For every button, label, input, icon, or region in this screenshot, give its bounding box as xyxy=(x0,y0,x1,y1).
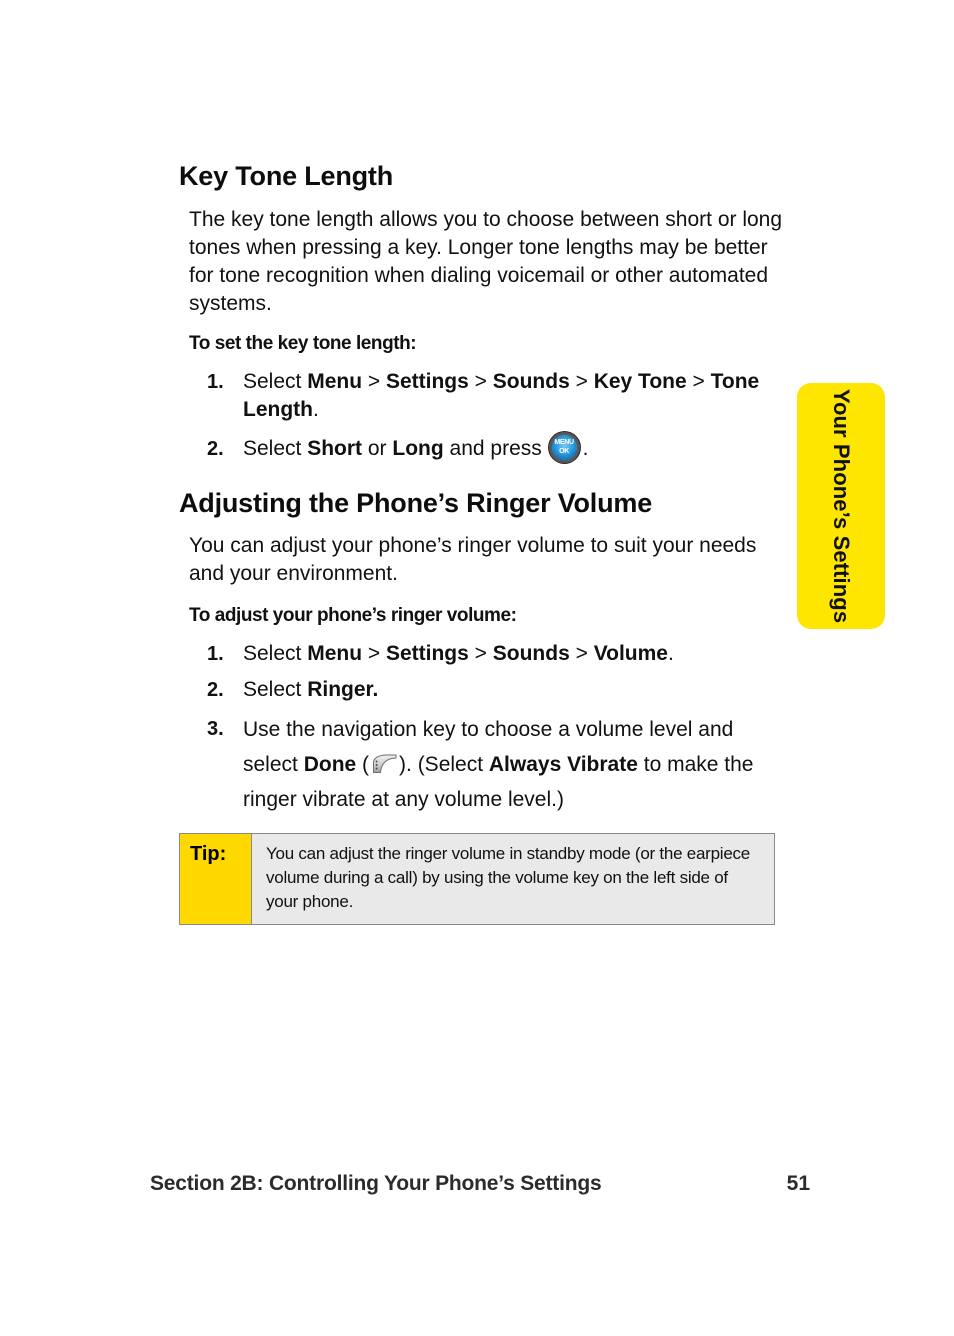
menu-ok-key-top-label: MENU xyxy=(554,439,574,446)
emphasis-text: Menu xyxy=(307,370,363,393)
tip-label: Tip: xyxy=(190,843,227,865)
page-footer: Section 2B: Controlling Your Phone’s Set… xyxy=(150,1172,810,1196)
tip-body-cell: You can adjust the ringer volume in stan… xyxy=(252,834,774,924)
emphasis-text: Volume xyxy=(593,642,668,665)
step-item: 3. Use the navigation key to choose a vo… xyxy=(207,712,787,817)
emphasis-text: Short xyxy=(307,437,363,460)
menu-ok-key-icon: MENU OK xyxy=(551,435,577,460)
steps-key-tone-length: 1. Select Menu > Settings > Sounds > Key… xyxy=(207,368,787,463)
lead-in-ringer-volume: To adjust your phone’s ringer volume: xyxy=(189,605,517,626)
heading-key-tone-length: Key Tone Length xyxy=(179,161,394,191)
emphasis-text: Sounds xyxy=(492,370,570,393)
emphasis-text: Key Tone xyxy=(593,370,687,393)
step-number: 1. xyxy=(207,371,224,393)
step-number: 1. xyxy=(207,643,224,665)
manual-page: Your Phone’s Settings Key Tone Length Th… xyxy=(0,0,954,1336)
side-thumb-tab-label: Your Phone’s Settings xyxy=(829,388,854,624)
emphasis-text: Ringer. xyxy=(307,678,379,701)
emphasis-text: Settings xyxy=(385,370,469,393)
softkey-done-icon xyxy=(373,754,397,773)
emphasis-text: Settings xyxy=(385,642,469,665)
emphasis-text: Always Vibrate xyxy=(488,753,638,776)
step-text: Select Menu > Settings > Sounds > Volume… xyxy=(243,642,674,665)
step-item: 1. Select Menu > Settings > Sounds > Vol… xyxy=(207,640,787,668)
emphasis-text: Done xyxy=(303,753,357,776)
step-number: 2. xyxy=(207,438,224,460)
step-text: Select Short or Long and press MENU OK. xyxy=(243,435,589,460)
side-thumb-tab: Your Phone’s Settings xyxy=(797,383,885,629)
step-text: Use the navigation key to choose a volum… xyxy=(243,718,754,811)
tip-label-cell: Tip: xyxy=(180,834,252,924)
heading-adjusting-ringer-volume: Adjusting the Phone’s Ringer Volume xyxy=(179,488,653,518)
tip-callout: Tip: You can adjust the ringer volume in… xyxy=(179,833,775,925)
step-text: Select Ringer. xyxy=(243,678,379,701)
step-item: 1. Select Menu > Settings > Sounds > Key… xyxy=(207,368,787,424)
step-text: Select Menu > Settings > Sounds > Key To… xyxy=(243,370,760,421)
emphasis-text: Menu xyxy=(307,642,363,665)
emphasis-text: Sounds xyxy=(492,642,570,665)
paragraph-ringer-volume: You can adjust your phone’s ringer volum… xyxy=(189,534,757,585)
paragraph-key-tone-length: The key tone length allows you to choose… xyxy=(189,208,783,315)
footer-section-title: Section 2B: Controlling Your Phone’s Set… xyxy=(150,1172,602,1195)
lead-in-key-tone-length: To set the key tone length: xyxy=(189,333,417,354)
tip-body-text: You can adjust the ringer volume in stan… xyxy=(266,844,750,911)
step-item: 2. Select Short or Long and press MENU OK… xyxy=(207,435,787,463)
step-number: 3. xyxy=(207,718,224,740)
step-number: 2. xyxy=(207,679,224,701)
emphasis-text: Long xyxy=(392,437,444,460)
menu-ok-key-bottom-label: OK xyxy=(559,448,570,455)
steps-ringer-volume: 1. Select Menu > Settings > Sounds > Vol… xyxy=(207,640,787,817)
footer-page-number: 51 xyxy=(786,1172,810,1195)
step-item: 2. Select Ringer. xyxy=(207,676,787,704)
